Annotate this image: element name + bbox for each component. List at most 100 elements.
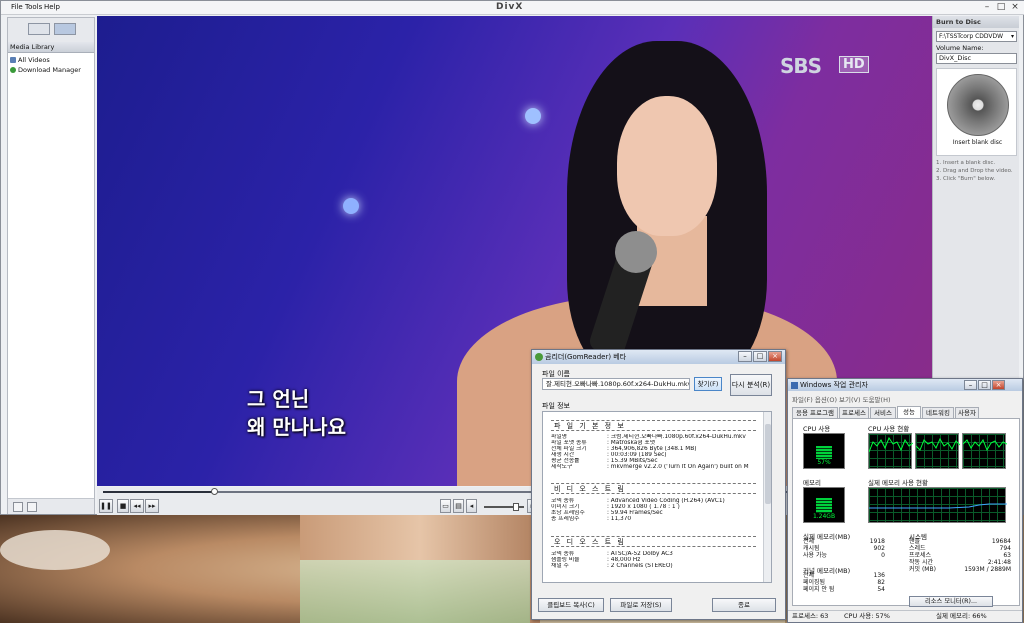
stage-light	[525, 108, 541, 124]
burn-panel-header: Burn to Disc	[933, 16, 1019, 28]
menu-tools[interactable]: Tools	[25, 3, 42, 11]
memory-usage-bar	[816, 498, 832, 513]
basic-info-header: 파 일 기 본 정 보	[551, 420, 756, 431]
maximize-button[interactable]: □	[753, 351, 767, 362]
menu-help[interactable]: Help	[44, 3, 60, 11]
burn-step: 1. Insert a blank disc.	[936, 160, 996, 166]
info-row: 제작도구: mkvmerge v2.2.0 ('Turn It On Again…	[551, 464, 749, 470]
cpu-usage-bar	[816, 446, 832, 459]
file-info-textbox[interactable]: 파 일 기 본 정 보 파일명: 크럼.제티현.오빠나빠.1080p.60f.x…	[542, 411, 772, 583]
minimize-button[interactable]: –	[738, 351, 752, 362]
wallpaper-chair	[300, 560, 530, 623]
disc-icon	[947, 74, 1009, 136]
gomreader-titlebar: 곰리더(GomReader) 베타 – □ ×	[532, 350, 785, 364]
info-row: 총 프레임수: 11,370	[551, 516, 632, 522]
volume-name-input[interactable]: DivX_Disc	[936, 53, 1017, 64]
maximize-button[interactable]: □	[978, 380, 991, 390]
memory-history-graph	[868, 487, 1007, 523]
cpu-core-graph	[962, 433, 1007, 469]
wallpaper-plate	[0, 530, 110, 570]
gom-app-icon	[535, 353, 543, 361]
cpu-core-line	[869, 436, 913, 453]
seek-handle[interactable]	[211, 488, 219, 495]
minimize-button[interactable]: –	[964, 380, 977, 390]
reanalyze-button[interactable]: 다시 분석(R)	[730, 374, 772, 396]
gomreader-window: 곰리더(GomReader) 베타 – □ × 파일 이름 잘.제티현.오빠나빠…	[531, 349, 786, 620]
stage-light	[343, 198, 359, 214]
subtitles-icon[interactable]: ▤	[453, 499, 464, 513]
aspect-icon[interactable]: ▭	[440, 499, 451, 513]
grid-view-button[interactable]	[54, 23, 76, 35]
memory-gauge: 1.24GB	[803, 487, 845, 523]
info-row: 채널 수: 2 Channels (STEREO)	[551, 563, 673, 569]
forward-button[interactable]: ▸▸	[145, 499, 159, 513]
video-stream-header: 비 디 오 스 트 림	[551, 483, 756, 494]
memory-history-label: 실제 메모리 사용 현황	[868, 479, 929, 487]
tab-processes[interactable]: 프로세스	[839, 407, 869, 418]
close-button[interactable]: ×	[992, 380, 1005, 390]
burn-step: 3. Click "Burn" below.	[936, 176, 996, 182]
close-button[interactable]: ×	[768, 351, 782, 362]
status-bar: 프로세스: 63 CPU 사용: 57% 실제 메모리: 66%	[788, 610, 1022, 622]
status-memory: 실제 메모리: 66%	[936, 612, 987, 620]
volume-handle[interactable]	[513, 503, 519, 511]
rewind-button[interactable]: ◂◂	[130, 499, 144, 513]
microphone-head	[615, 231, 657, 273]
exit-button[interactable]: 종료	[712, 598, 776, 612]
close-button[interactable]: ×	[1009, 2, 1021, 13]
channel-logo: SBS	[780, 54, 822, 78]
library-item-all-videos[interactable]: All Videos	[10, 55, 50, 65]
tab-networking[interactable]: 네트워킹	[922, 407, 954, 418]
cpu-core-graph	[868, 433, 913, 469]
burn-instructions: 1. Insert a blank disc. 2. Drag and Drop…	[936, 159, 1017, 183]
file-info-label: 파일 정보	[542, 402, 570, 410]
tab-users[interactable]: 사용자	[955, 407, 979, 418]
view-toggle-bar	[8, 18, 94, 42]
task-manager-title: Windows 작업 관리자	[800, 381, 868, 389]
tab-services[interactable]: 서비스	[870, 407, 896, 418]
subtitle-line-2: 왜 만나나요	[247, 415, 346, 439]
tab-applications[interactable]: 응용 프로그램	[792, 407, 838, 418]
menu-bar: File Tools Help DivX – □ ×	[1, 1, 1024, 15]
save-to-file-button[interactable]: 파일로 저장(S)	[610, 598, 672, 612]
menu-file[interactable]: File	[11, 3, 23, 11]
divx-logo: DivX	[496, 2, 524, 12]
cpu-usage-label: CPU 사용	[803, 425, 831, 433]
library-item-download-manager[interactable]: Download Manager	[10, 65, 81, 75]
file-info-scrollbar[interactable]	[763, 412, 771, 582]
drive-select-value: F:\TSSTcorp CDDVDW	[939, 33, 1004, 40]
hd-badge: HD	[839, 56, 869, 73]
pause-button[interactable]: ❚❚	[99, 499, 113, 513]
resource-monitor-button[interactable]: 리소스 모니터(R)...	[909, 596, 993, 607]
memory-history-line	[869, 503, 1007, 509]
media-library-header: Media Library	[8, 42, 94, 53]
cpu-core-line	[916, 437, 960, 451]
tab-performance[interactable]: 성능	[897, 406, 921, 418]
file-name-input[interactable]: 잘.제티현.오빠나빠.1080p.60f.x264-DukHu.mkv	[542, 378, 690, 390]
minimize-button[interactable]: –	[981, 2, 993, 13]
stat-row: 페이지 안 됨 54	[803, 586, 885, 593]
list-view-button[interactable]	[28, 23, 50, 35]
stop-button[interactable]: ■	[117, 499, 129, 513]
drive-select[interactable]: F:\TSSTcorp CDDVDW ▾	[936, 31, 1017, 42]
memory-label: 메모리	[803, 479, 821, 487]
subtitle-line-1: 그 언닌	[247, 387, 310, 411]
seek-progress	[103, 491, 215, 493]
add-folder-icon[interactable]	[13, 502, 23, 512]
copy-clipboard-button[interactable]: 클립보드 복사(C)	[538, 598, 604, 612]
audio-stream-header: 오 디 오 스 트 림	[551, 536, 756, 547]
settings-icon[interactable]	[27, 502, 37, 512]
film-icon	[10, 57, 16, 63]
task-manager-window: Windows 작업 관리자 – □ × 파일(F) 옵션(O) 보기(V) 도…	[787, 378, 1023, 623]
gomreader-title: 곰리더(GomReader) 베타	[545, 353, 627, 361]
disc-drop-area[interactable]: Insert blank disc	[936, 68, 1017, 156]
scrollbar-thumb[interactable]	[765, 424, 771, 504]
find-button[interactable]: 찾기(F)	[694, 377, 722, 391]
task-manager-titlebar: Windows 작업 관리자 – □ ×	[788, 379, 1022, 391]
cpu-core-graph	[915, 433, 960, 469]
volume-slider[interactable]	[484, 503, 524, 511]
task-manager-menu[interactable]: 파일(F) 옵션(O) 보기(V) 도움말(H)	[792, 394, 891, 404]
library-item-label: Download Manager	[18, 66, 81, 74]
speaker-icon[interactable]: ◂	[466, 499, 477, 513]
maximize-button[interactable]: □	[995, 2, 1007, 13]
